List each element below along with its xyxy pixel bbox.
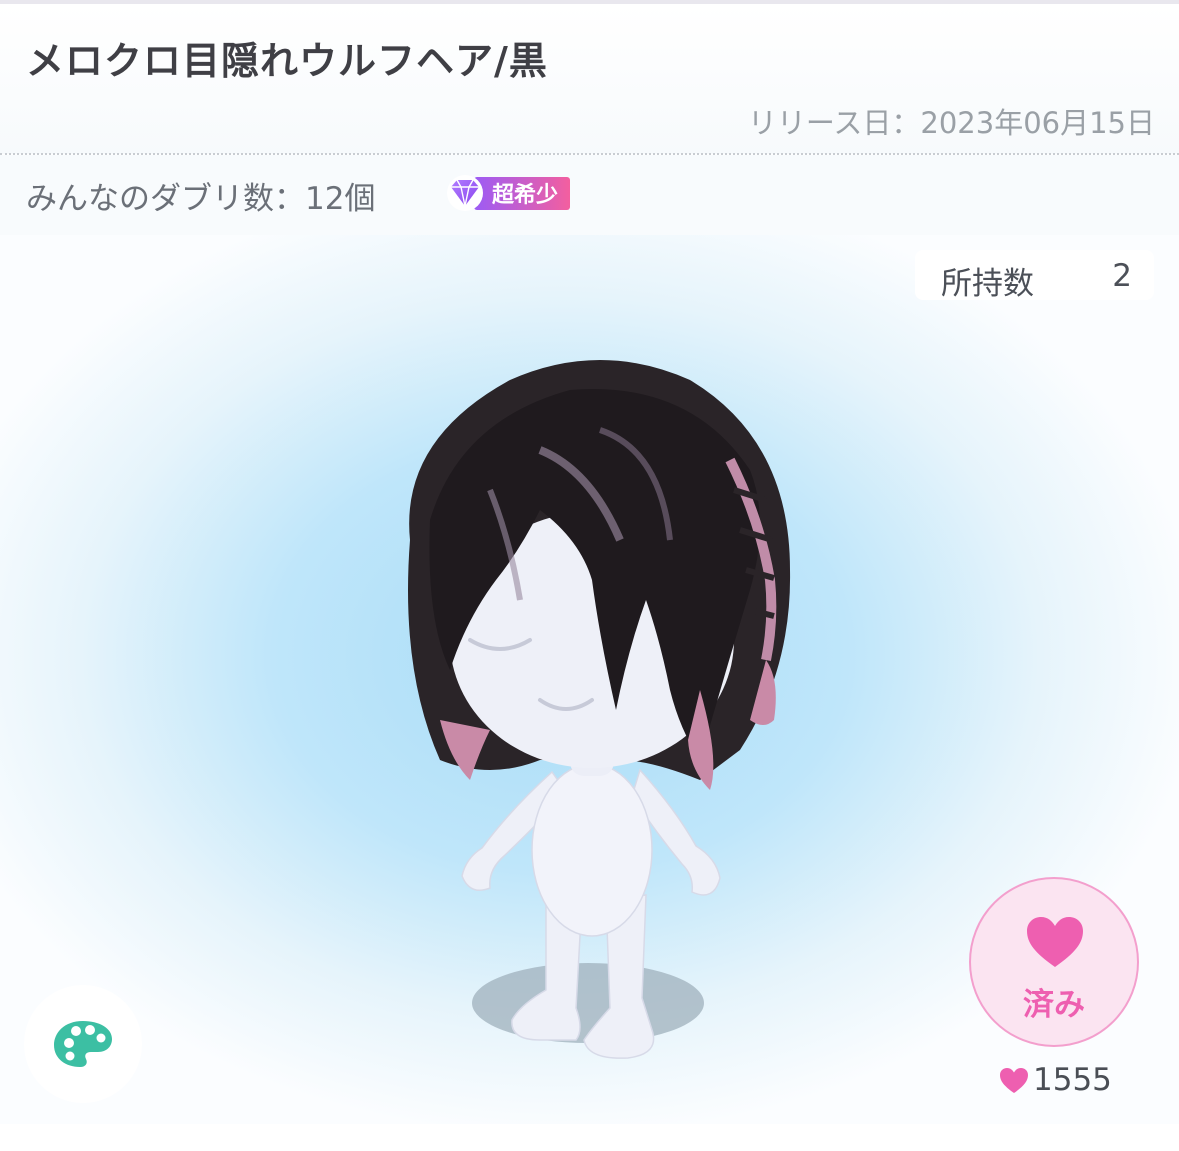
owned-count-box: 所持数 2 <box>915 250 1154 302</box>
palette-icon <box>54 1021 112 1067</box>
like-count: 1555 <box>999 1062 1112 1098</box>
rarity-label: 超希少 <box>474 176 571 210</box>
bottom-spacer <box>0 1124 1179 1151</box>
like-button[interactable]: 済み <box>969 877 1139 1047</box>
item-title: メロクロ目隠れウルフヘア/黒 <box>26 39 548 83</box>
item-header: メロクロ目隠れウルフヘア/黒 リリース日：2023年06月15日 <box>0 4 1179 154</box>
release-date: リリース日：2023年06月15日 <box>747 106 1155 140</box>
duplicate-count: みんなのダブリ数：12個 <box>26 181 376 217</box>
palette-button[interactable] <box>24 985 142 1103</box>
avatar-preview: 所持数 2 済み 1555 <box>0 235 1179 1124</box>
owned-value: 2 <box>1112 258 1132 294</box>
rarity-badge: 超希少 <box>442 174 571 212</box>
like-count-value: 1555 <box>1033 1062 1112 1098</box>
avatar-figure <box>408 360 791 1059</box>
heart-icon <box>1027 917 1083 967</box>
diamond-icon <box>442 174 488 212</box>
duplicate-stats: みんなのダブリ数：12個 超希少 <box>0 155 1179 235</box>
like-status-label: 済み <box>1023 987 1085 1023</box>
owned-label: 所持数 <box>941 266 1034 302</box>
small-heart-icon <box>1000 1067 1028 1093</box>
